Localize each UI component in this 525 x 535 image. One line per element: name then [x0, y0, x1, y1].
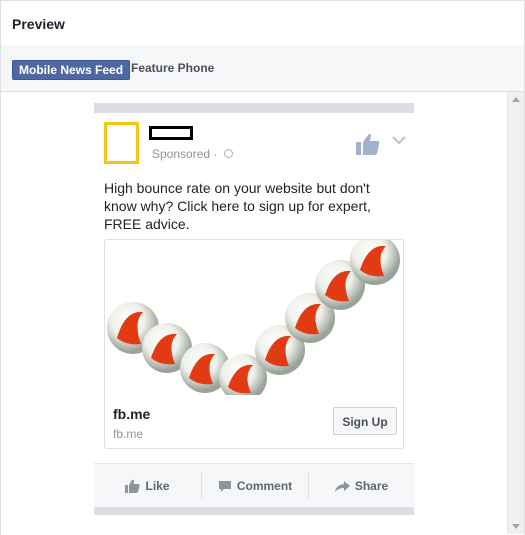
sign-up-button[interactable]: Sign Up — [333, 407, 397, 435]
thumbs-up-icon[interactable] — [355, 131, 381, 157]
tab-mobile-news-feed[interactable]: Mobile News Feed — [12, 60, 131, 80]
feed-bottom-bar — [94, 507, 414, 515]
link-attachment[interactable]: fb.me fb.me Sign Up — [104, 239, 404, 449]
tab-feature-phone[interactable]: Feature Phone — [131, 61, 214, 75]
chevron-down-icon[interactable] — [392, 135, 406, 145]
vertical-scrollbar[interactable] — [507, 92, 524, 534]
preview-header: Preview — [0, 0, 525, 46]
post-action-bar: Like Comment Share — [94, 463, 414, 508]
comment-button[interactable]: Comment — [202, 464, 308, 508]
mobile-feed-preview: Sponsored · High bounce rate on your web… — [94, 103, 414, 515]
like-label: Like — [145, 479, 170, 493]
page-name-redacted[interactable] — [149, 126, 193, 140]
page-avatar[interactable] — [104, 122, 139, 164]
link-title[interactable]: fb.me — [113, 406, 150, 422]
sponsored-label: Sponsored · — [152, 147, 218, 161]
page-title: Preview — [12, 16, 65, 32]
sponsored-post: Sponsored · High bounce rate on your web… — [94, 113, 414, 508]
globe-icon — [224, 149, 233, 158]
comment-icon — [218, 480, 231, 492]
share-button[interactable]: Share — [309, 464, 414, 508]
share-icon — [334, 480, 350, 492]
preview-viewport: Sponsored · High bounce rate on your web… — [0, 92, 525, 535]
like-icon — [125, 479, 141, 493]
marbles-ad-image[interactable] — [105, 240, 403, 395]
placement-tabs: Mobile News Feed Feature Phone — [0, 45, 525, 92]
share-label: Share — [354, 479, 389, 493]
post-message: High bounce rate on your website but don… — [104, 180, 371, 232]
scroll-up-arrow-icon[interactable] — [512, 97, 520, 102]
like-button[interactable]: Like — [94, 464, 201, 508]
feed-top-bar — [94, 103, 414, 113]
comment-label: Comment — [236, 479, 293, 493]
link-domain: fb.me — [113, 427, 144, 441]
scroll-down-arrow-icon[interactable] — [512, 524, 520, 529]
